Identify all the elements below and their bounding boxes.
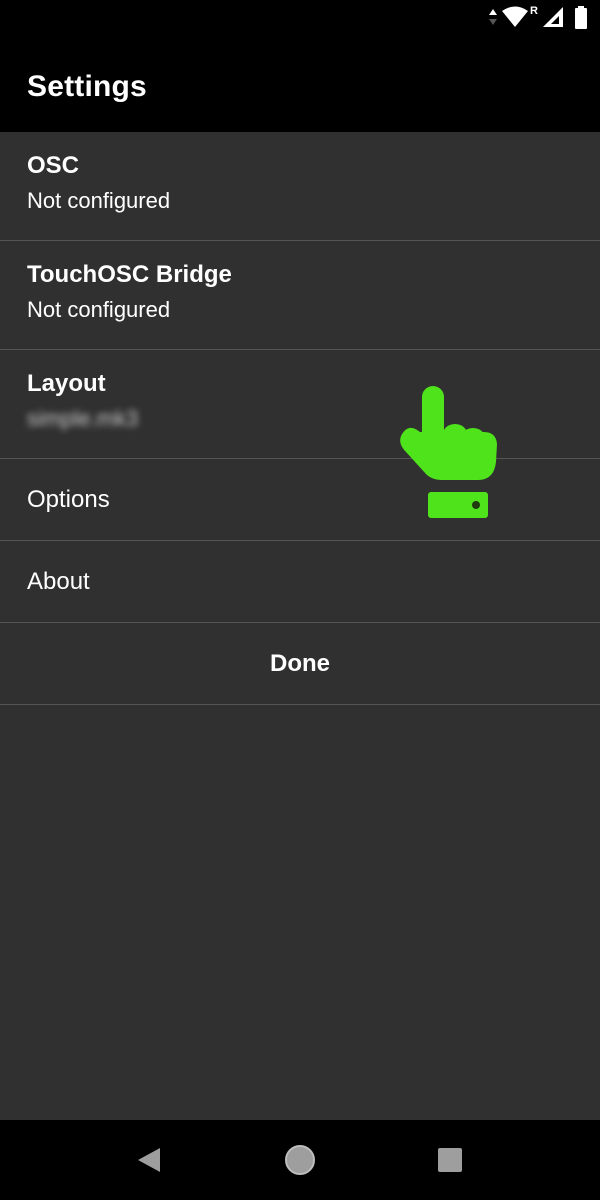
settings-item-subtitle: Not configured	[27, 188, 171, 213]
settings-item-subtitle: Not configured	[27, 297, 171, 322]
settings-item-touchosc-bridge[interactable]: TouchOSC Bridge Not configured	[0, 241, 600, 350]
pointing-hand-icon	[400, 386, 497, 518]
cell-signal-icon	[543, 7, 563, 27]
home-icon	[285, 1145, 315, 1175]
settings-item-about[interactable]: About	[0, 541, 600, 623]
recents-icon	[438, 1148, 462, 1172]
home-button[interactable]	[282, 1142, 318, 1178]
done-button[interactable]: Done	[0, 623, 600, 705]
settings-item-title: Layout	[27, 370, 106, 397]
settings-item-osc[interactable]: OSC Not configured	[0, 132, 600, 241]
app-bar: Settings	[0, 34, 600, 132]
data-arrows-icon	[489, 9, 498, 25]
settings-item-title: TouchOSC Bridge	[27, 261, 232, 288]
status-icons: R	[488, 6, 588, 30]
page-title: Settings	[27, 70, 147, 103]
settings-list: OSC Not configured TouchOSC Bridge Not c…	[0, 132, 600, 705]
settings-item-options[interactable]: Options	[0, 459, 600, 541]
settings-item-subtitle: simple.mk3	[27, 406, 139, 431]
roaming-indicator: R	[530, 5, 538, 17]
settings-item-label: About	[27, 568, 90, 595]
wifi-icon	[502, 6, 529, 27]
battery-icon	[575, 6, 587, 29]
settings-screen: R Settings OSC Not configured TouchOSC B…	[0, 0, 600, 1200]
recents-button[interactable]	[432, 1142, 468, 1178]
navigation-bar	[0, 1120, 600, 1200]
done-button-label: Done	[270, 650, 330, 677]
status-bar: R	[0, 0, 600, 34]
settings-item-label: Options	[27, 486, 110, 513]
back-button[interactable]	[131, 1142, 167, 1178]
back-icon	[138, 1148, 160, 1172]
settings-item-layout[interactable]: Layout simple.mk3	[0, 350, 600, 459]
settings-item-title: OSC	[27, 152, 80, 179]
